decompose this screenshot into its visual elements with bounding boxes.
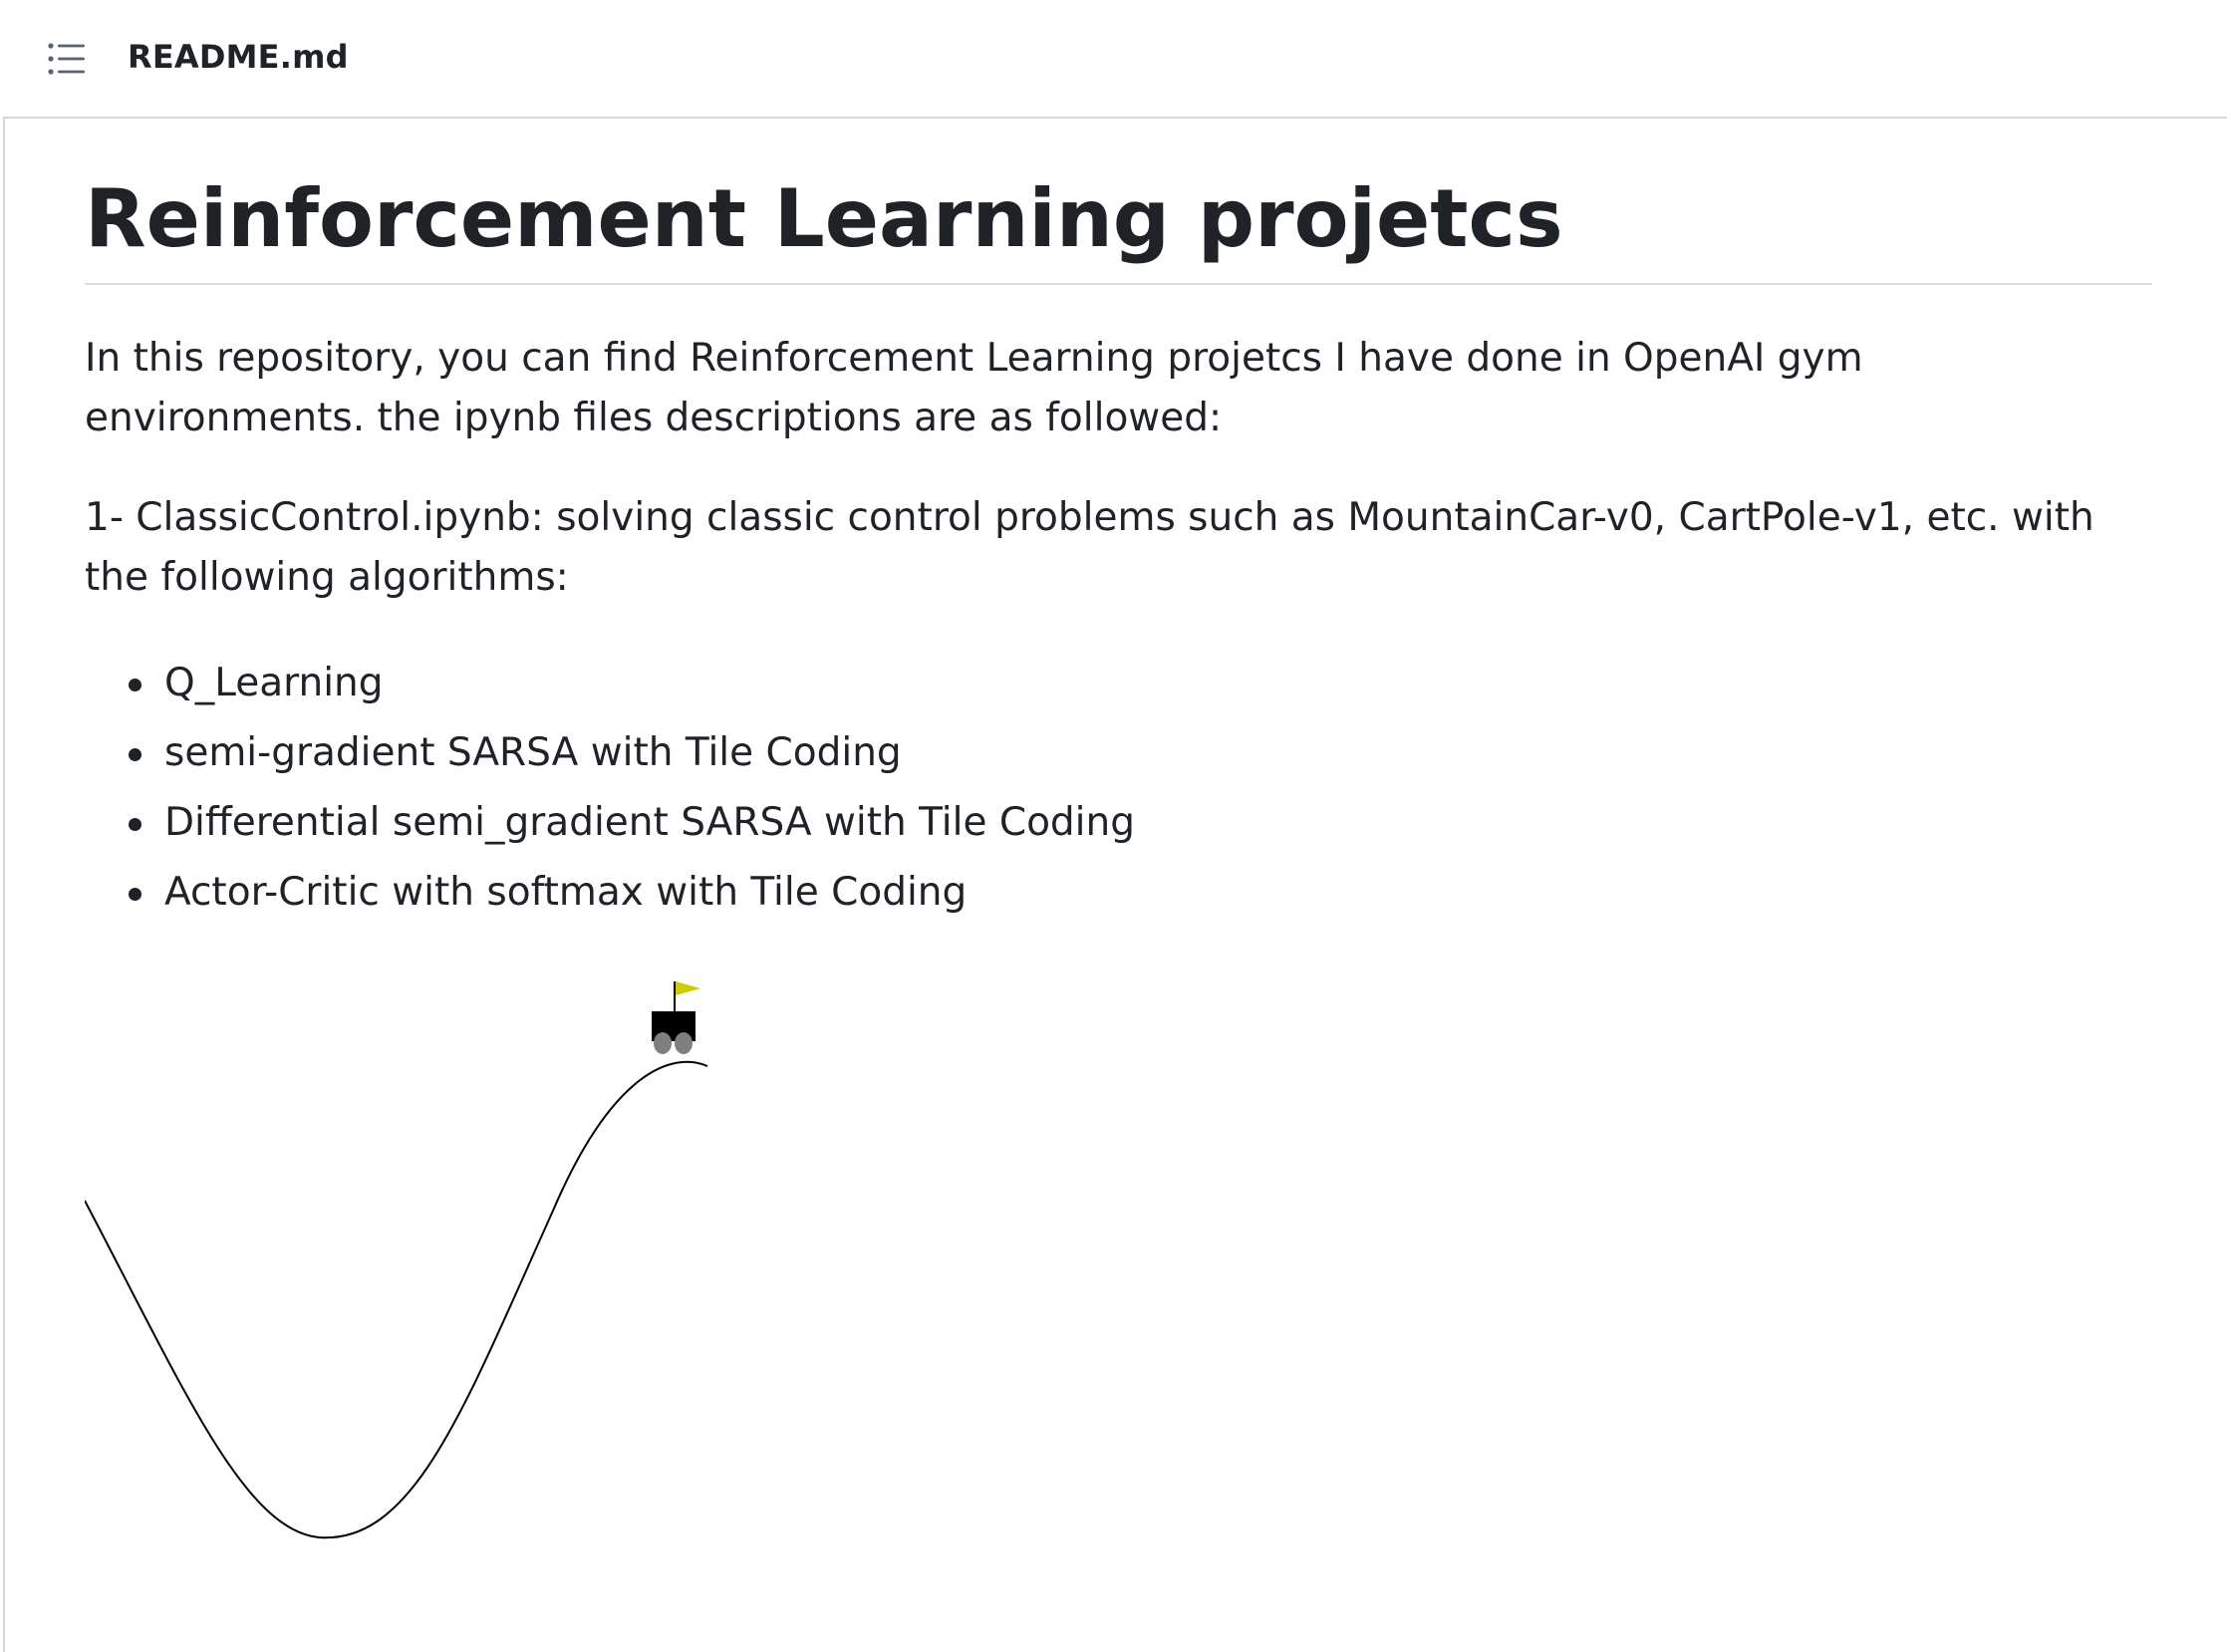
list-item-text: Differential semi_gradient SARSA with Ti… (164, 800, 1135, 845)
wheel-icon (675, 1032, 693, 1054)
list-item-text: semi-gradient SARSA with Tile Coding (164, 730, 902, 775)
bullet-icon (129, 888, 141, 901)
bullet-icon (129, 748, 141, 761)
file-header: README.md (3, 0, 2227, 119)
bullet-icon (129, 818, 141, 831)
list-item: Q_Learning (85, 649, 1135, 718)
wheel-icon (654, 1032, 672, 1054)
readme-title: Reinforcement Learning projetcs (85, 172, 1563, 265)
bullet-icon (129, 679, 141, 691)
list-item-text: Q_Learning (164, 661, 384, 705)
title-divider (85, 283, 2152, 285)
algorithm-list: Q_Learning semi-gradient SARSA with Tile… (85, 649, 1135, 928)
flag-icon (676, 981, 700, 995)
list-item: semi-gradient SARSA with Tile Coding (85, 718, 1135, 788)
file-name[interactable]: README.md (128, 38, 349, 76)
intro-paragraph: In this repository, you can find Reinfor… (85, 336, 1863, 440)
car-icon (652, 981, 700, 1054)
mountain-curve (84, 1060, 708, 1539)
list-unordered-icon[interactable] (47, 40, 87, 80)
mountain-car-animation (84, 971, 722, 1549)
list-item: Differential semi_gradient SARSA with Ti… (85, 788, 1135, 858)
list-item: Actor-Critic with softmax with Tile Codi… (85, 858, 1135, 928)
classic-control-paragraph: 1- ClassicControl.ipynb: solving classic… (85, 495, 2094, 600)
list-item-text: Actor-Critic with softmax with Tile Codi… (164, 870, 968, 915)
